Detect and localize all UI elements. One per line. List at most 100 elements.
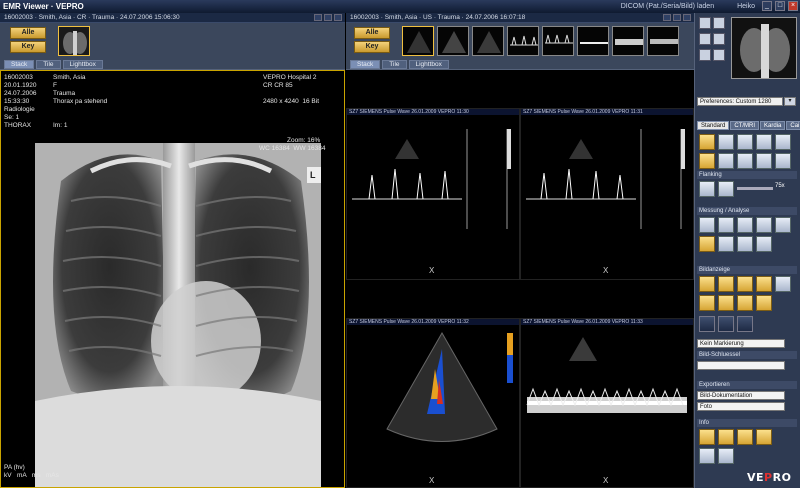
angle-button[interactable] xyxy=(718,217,734,233)
print-icon[interactable] xyxy=(713,33,725,45)
mid-alle-button[interactable]: Alle xyxy=(354,27,390,39)
mid-panel-close-button[interactable] xyxy=(683,14,691,21)
text-annotation-button[interactable] xyxy=(775,217,791,233)
key-button[interactable]: Key xyxy=(10,41,46,53)
delete-annotation-button[interactable] xyxy=(756,236,772,252)
hand-tool-button[interactable] xyxy=(699,448,715,464)
layout-2x1-button[interactable] xyxy=(737,276,753,292)
preset-dropdown-arrow[interactable]: ▾ xyxy=(784,97,796,106)
cursor-button[interactable] xyxy=(718,153,734,169)
xray-viewport[interactable]: 16002003 20.01.1920 24.07.2006 15:33:30 … xyxy=(0,70,345,488)
mid-tab-lightbox[interactable]: Lighttbox xyxy=(408,60,449,69)
us-thumbnail-5[interactable] xyxy=(542,26,574,56)
rotate-button[interactable] xyxy=(756,134,772,150)
left-panel-min-button[interactable] xyxy=(314,14,322,21)
mid-tab-tile[interactable]: Tile xyxy=(382,60,407,69)
zoom-tool-button[interactable] xyxy=(699,134,715,150)
layout-4x4-button[interactable] xyxy=(718,295,734,311)
echo-spectral-doppler xyxy=(526,337,687,413)
roi-button[interactable] xyxy=(737,217,753,233)
tab-kardia[interactable]: Kardia xyxy=(760,121,786,130)
ellipse-roi-button[interactable] xyxy=(699,236,715,252)
tab-standard[interactable]: Standard xyxy=(697,121,730,130)
contrast-button[interactable] xyxy=(737,153,753,169)
left-panel-header-text: 16002003 · Smith, Asia · CR · Trauma · 2… xyxy=(4,14,180,21)
cell-close-glyph-2[interactable]: X xyxy=(603,267,611,275)
series-thumbnail-xray[interactable] xyxy=(58,26,90,56)
preset-select[interactable]: Preferences: Custom 1280 xyxy=(697,97,783,106)
echo-cell-2[interactable]: SZ7 SIEMENS Pulse Wave 26.01.2009 VEPRO … xyxy=(520,108,694,280)
us-thumbnail-4[interactable] xyxy=(507,26,539,56)
layout-3x3-button[interactable] xyxy=(699,295,715,311)
layout-1x2-button[interactable] xyxy=(718,276,734,292)
print-preview-button[interactable] xyxy=(737,429,753,445)
layout-1x1-button[interactable] xyxy=(699,276,715,292)
key-select[interactable]: Kein Markierung xyxy=(697,339,785,348)
alle-button[interactable]: Alle xyxy=(10,27,46,39)
display-mode-2-button[interactable] xyxy=(718,316,734,332)
arrow-annotation-button[interactable] xyxy=(756,217,772,233)
monitor-icon[interactable] xyxy=(699,17,711,29)
calibrate-button[interactable] xyxy=(737,236,753,252)
us-thumbnail-2[interactable] xyxy=(437,26,469,56)
layout-series-button[interactable] xyxy=(756,295,772,311)
sync-button[interactable] xyxy=(775,276,791,292)
mid-tab-stack[interactable]: Stack xyxy=(350,60,381,69)
mid-key-button[interactable]: Key xyxy=(354,41,390,53)
cine-play-button[interactable] xyxy=(718,181,734,197)
folder-icon[interactable] xyxy=(699,49,711,61)
display-mode-1-button[interactable] xyxy=(699,316,715,332)
ultrasound-viewport[interactable]: SZ7 SIEMENS Pulse Wave 26.01.2009 VEPRO … xyxy=(346,70,694,488)
echo-cell-4[interactable]: SZ7 SIEMENS Pulse Wave 26.01.2009 VEPRO … xyxy=(520,318,694,488)
film-button[interactable] xyxy=(718,448,734,464)
document-icon[interactable] xyxy=(713,17,725,29)
tab-ct-mri[interactable]: CT/MRI xyxy=(730,121,760,130)
export-target-select[interactable]: Bild-Dokumentation xyxy=(697,391,785,400)
us-thumbnail-8[interactable] xyxy=(647,26,679,56)
cine-slider[interactable] xyxy=(737,187,773,190)
close-button[interactable]: × xyxy=(788,1,798,11)
tab-lightbox[interactable]: Lighttbox xyxy=(62,60,103,69)
layout-custom-button[interactable] xyxy=(737,295,753,311)
cine-back-button[interactable] xyxy=(699,181,715,197)
echo-cell-3[interactable]: SZ7 SIEMENS Pulse Wave 26.01.2009 VEPRO … xyxy=(346,318,520,488)
tab-tile[interactable]: Tile xyxy=(36,60,61,69)
burn-cd-button[interactable] xyxy=(756,429,772,445)
display-mode-3-button[interactable] xyxy=(737,316,753,332)
layout-2x2-button[interactable] xyxy=(756,276,772,292)
orientation-marker: L xyxy=(310,170,316,180)
maximize-button[interactable]: □ xyxy=(775,1,785,11)
echo-cell-1[interactable]: SZ7 SIEMENS Pulse Wave 26.01.2009 VEPRO … xyxy=(346,108,520,280)
tab-stack[interactable]: Stack xyxy=(4,60,35,69)
report-button[interactable] xyxy=(699,429,715,445)
us-thumbnail-6[interactable] xyxy=(577,26,609,56)
ruler-button[interactable] xyxy=(699,217,715,233)
flip-button[interactable] xyxy=(756,153,772,169)
cobb-angle-button[interactable] xyxy=(718,236,734,252)
overlay-patient-info: Smith, Asia F Trauma Thorax pa stehend I… xyxy=(53,74,107,130)
left-panel-close-button[interactable] xyxy=(334,14,342,21)
export-format-select[interactable]: Foto xyxy=(697,402,785,411)
save-icon[interactable] xyxy=(713,49,725,61)
pointer-button[interactable] xyxy=(775,134,791,150)
tab-cai[interactable]: Cai xyxy=(786,121,800,130)
invert-button[interactable] xyxy=(775,153,791,169)
us-thumbnail-3[interactable] xyxy=(472,26,504,56)
cell-close-glyph-1[interactable]: X xyxy=(429,267,437,275)
minimize-button[interactable]: _ xyxy=(762,1,772,11)
mid-panel-max-button[interactable] xyxy=(673,14,681,21)
us-thumbnail-7[interactable] xyxy=(612,26,644,56)
grid-icon[interactable] xyxy=(699,33,711,45)
mid-panel-min-button[interactable] xyxy=(663,14,671,21)
window-level-button[interactable] xyxy=(737,134,753,150)
key-image-button[interactable] xyxy=(718,429,734,445)
us-thumbnail-1[interactable] xyxy=(402,26,434,56)
us-thumb-doppler-icon xyxy=(508,27,538,55)
cell-close-glyph-3[interactable]: X xyxy=(429,477,437,485)
cell-close-glyph-4[interactable]: X xyxy=(603,477,611,485)
left-panel-max-button[interactable] xyxy=(324,14,332,21)
assoc-input[interactable] xyxy=(697,361,785,370)
ov-bl-1: kV mA ms mAs xyxy=(4,472,59,479)
pan-tool-button[interactable] xyxy=(718,134,734,150)
magnify-button[interactable] xyxy=(699,153,715,169)
